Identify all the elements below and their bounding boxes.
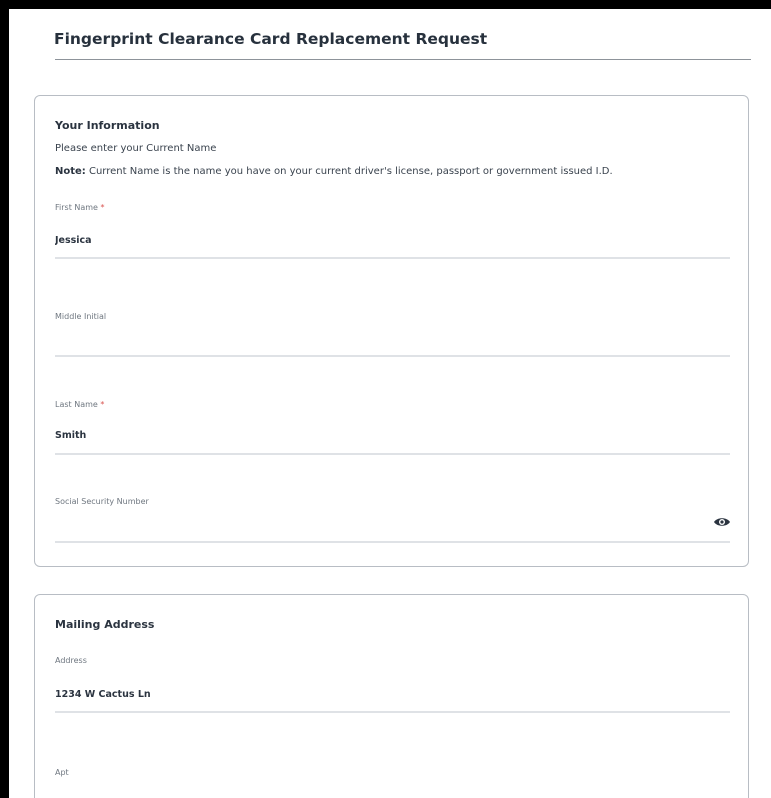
middle-initial-label: Middle Initial <box>55 312 107 321</box>
first-name-input[interactable] <box>55 233 675 247</box>
ssn-input[interactable] <box>55 518 675 532</box>
eye-icon[interactable] <box>713 514 731 528</box>
note-text: Current Name is the name you have on you… <box>85 166 613 177</box>
first-name-label-text: First Name <box>55 203 98 212</box>
last-name-underline <box>55 453 730 455</box>
ssn-label: Social Security Number <box>55 497 149 506</box>
address-label: Address <box>55 656 87 665</box>
mailing-address-heading: Mailing Address <box>55 618 155 631</box>
mailing-address-card: Mailing Address Address Apt <box>34 594 749 798</box>
last-name-input[interactable] <box>55 428 675 442</box>
middle-initial-input[interactable] <box>55 333 675 347</box>
last-name-label: Last Name * <box>55 400 104 409</box>
required-asterisk: * <box>100 400 105 409</box>
address-input[interactable] <box>55 687 675 701</box>
apt-label: Apt <box>55 768 69 777</box>
title-divider <box>55 59 751 60</box>
name-instruction: Please enter your Current Name <box>55 143 217 154</box>
your-information-heading: Your Information <box>55 119 160 132</box>
form-page: Fingerprint Clearance Card Replacement R… <box>9 9 771 798</box>
address-underline <box>55 711 730 713</box>
middle-initial-underline <box>55 355 730 357</box>
your-information-card: Your Information Please enter your Curre… <box>34 95 749 567</box>
first-name-label: First Name * <box>55 203 105 212</box>
first-name-underline <box>55 257 730 259</box>
apt-input[interactable] <box>55 789 675 798</box>
page-title: Fingerprint Clearance Card Replacement R… <box>54 30 488 48</box>
name-note: Note: Current Name is the name you have … <box>55 166 613 177</box>
note-label: Note: <box>55 166 86 177</box>
ssn-underline <box>55 541 730 543</box>
required-asterisk: * <box>100 203 105 212</box>
last-name-label-text: Last Name <box>55 400 98 409</box>
